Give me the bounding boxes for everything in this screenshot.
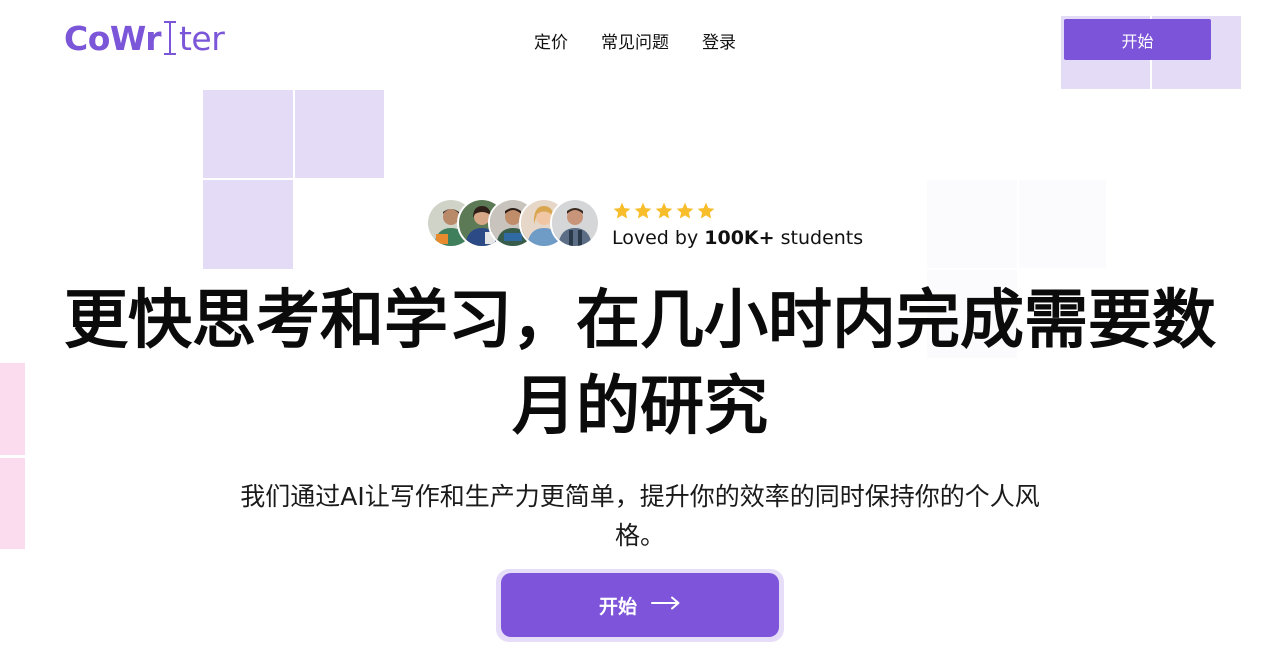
decor-tile [927,180,1017,268]
nav-item-login[interactable]: 登录 [702,28,736,53]
landing-page: CoWr ter 定价 常见问题 登录 开始 Loved by 100K+ st… [0,0,1280,662]
loved-count: 100K+ [704,226,775,249]
decor-tile [0,363,25,455]
logo-text-suffix: ter [178,18,225,58]
star-icon [676,202,694,218]
star-icon [613,202,631,218]
hero-title: 更快思考和学习，在几小时内完成需要数月的研究 [64,284,1216,444]
rating-block: Loved by 100K+ students [612,200,863,249]
main-nav: 定价 常见问题 登录 [534,26,736,54]
logo-text-prefix: CoWr [64,18,161,58]
decor-tile [295,90,384,178]
loved-by-text: Loved by 100K+ students [612,227,863,249]
hero-start-button[interactable]: 开始 [501,573,779,637]
rating-stars [612,200,863,222]
header-start-button[interactable]: 开始 [1064,19,1211,60]
loved-prefix: Loved by [612,226,705,249]
student-avatars [426,198,600,250]
avatar [550,198,600,248]
hero-cta-wrapper: 开始 [496,569,784,642]
star-icon [655,202,673,218]
decor-tile [203,180,293,269]
hero-subtitle: 我们通过AI让写作和生产力更简单，提升你的效率的同时保持你的个人风格。 [240,482,1040,550]
arrow-right-icon [651,596,681,614]
star-icon [697,202,715,218]
star-icon [634,202,652,218]
brand-logo[interactable]: CoWr ter [64,16,225,60]
loved-suffix: students [774,226,864,249]
decor-tile [203,90,293,178]
text-cursor-icon [163,19,177,57]
hero-start-label: 开始 [598,595,637,618]
nav-item-pricing[interactable]: 定价 [534,28,568,53]
decor-tile [0,458,25,549]
nav-item-faq[interactable]: 常见问题 [601,28,669,53]
social-proof: Loved by 100K+ students [426,198,863,250]
decor-tile [1019,180,1106,268]
